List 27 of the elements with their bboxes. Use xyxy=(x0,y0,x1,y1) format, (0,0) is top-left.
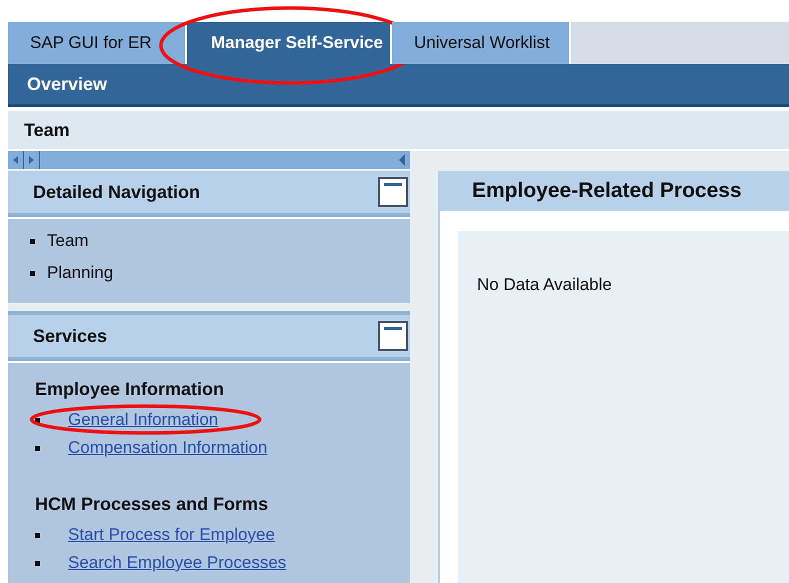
tab[interactable]: SAP GUI for ER xyxy=(8,22,187,64)
bullet-icon xyxy=(35,560,40,566)
section-title: Detailed Navigation xyxy=(33,182,200,202)
navigation-item[interactable]: Planning xyxy=(47,263,114,283)
minimize-icon[interactable] xyxy=(378,321,408,351)
service-link[interactable]: Start Process for Employee xyxy=(68,525,275,545)
scroll-left-icon[interactable] xyxy=(12,155,19,165)
navigation-item[interactable]: Team xyxy=(47,231,89,251)
empty-message: No Data Available xyxy=(477,275,612,294)
page-title: Team xyxy=(24,120,70,140)
overview-link[interactable]: Overview xyxy=(27,74,108,94)
bullet-icon xyxy=(35,446,40,450)
section-title: Services xyxy=(33,326,108,346)
group-heading: HCM Processes and Forms xyxy=(35,494,270,515)
tab[interactable]: Manager Self-Service xyxy=(187,22,392,64)
bullet-icon xyxy=(35,418,40,422)
tab[interactable]: Universal Worklist xyxy=(392,22,571,64)
bullet-icon xyxy=(30,238,35,244)
bullet-icon xyxy=(35,532,40,538)
group-heading: Employee Information xyxy=(35,379,226,400)
minimize-icon[interactable] xyxy=(378,177,408,207)
panel-title: Employee-Related Process xyxy=(472,179,742,203)
service-link[interactable]: Compensation Information xyxy=(68,438,268,458)
service-link[interactable]: Search Employee Processes xyxy=(68,553,286,573)
scroll-right-icon[interactable] xyxy=(28,155,35,165)
bullet-icon xyxy=(30,270,35,276)
collapse-icon[interactable] xyxy=(398,153,406,167)
